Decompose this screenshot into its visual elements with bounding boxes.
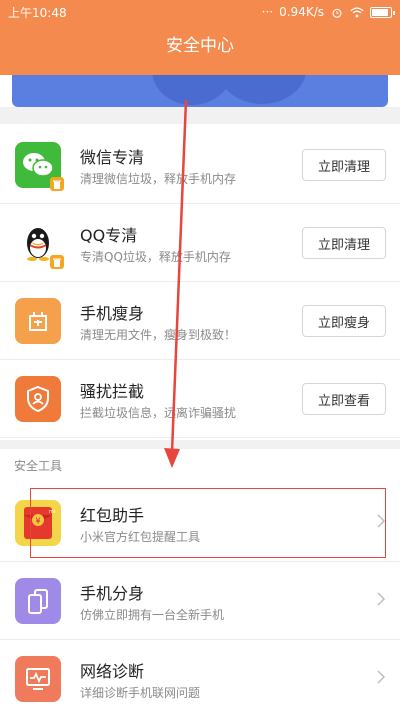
clean-qq-button[interactable]: 立即清理	[302, 227, 386, 259]
svg-text:mi: mi	[49, 509, 55, 515]
status-bar: 上午10:48 ··· 0.94K/s	[0, 0, 400, 24]
item-title: 手机瘦身	[80, 304, 145, 323]
battery-icon	[370, 6, 395, 18]
red-envelope-icon: ¥ mi	[15, 500, 61, 546]
header-bar: 上午10:48 ··· 0.94K/s 安全中心	[0, 0, 400, 75]
network-monitor-icon	[15, 656, 61, 702]
item-title: 网络诊断	[80, 662, 145, 681]
chevron-right-icon	[377, 670, 386, 684]
item-title: 手机分身	[80, 584, 145, 603]
trash-badge-icon	[50, 177, 64, 191]
page-title: 安全中心	[166, 36, 234, 56]
item-desc: 清理微信垃圾，释放手机内存	[80, 172, 237, 186]
item-desc: 拦截垃圾信息，远离诈骗骚扰	[80, 406, 237, 420]
top-banner[interactable]	[12, 75, 388, 107]
item-title: 红包助手	[80, 506, 145, 525]
divider	[0, 107, 400, 124]
more-icon: ···	[261, 5, 274, 19]
slim-phone-button[interactable]: 立即瘦身	[302, 305, 386, 337]
status-time: 上午10:48	[8, 5, 67, 20]
list-item-network-diagnosis[interactable]: 网络诊断 详细诊断手机联网问题	[0, 640, 400, 714]
section-title: 安全工具	[14, 459, 63, 473]
item-desc: 专清QQ垃圾，释放手机内存	[80, 250, 231, 264]
wifi-icon	[350, 6, 364, 17]
list-item-dual-phone[interactable]: 手机分身 仿佛立即拥有一台全新手机	[0, 562, 400, 640]
view-harassment-button[interactable]: 立即查看	[302, 383, 386, 415]
list-item-wechat-clean[interactable]: 微信专清 清理微信垃圾，释放手机内存 立即清理	[0, 126, 400, 204]
dual-phone-icon	[15, 578, 61, 624]
chevron-right-icon	[377, 592, 386, 606]
qq-penguin-icon	[15, 220, 64, 269]
item-desc: 仿佛立即拥有一台全新手机	[80, 608, 225, 622]
svg-text:¥: ¥	[35, 517, 40, 526]
list-item-qq-clean[interactable]: QQ专清 专清QQ垃圾，释放手机内存 立即清理	[0, 204, 400, 282]
chevron-right-icon	[377, 514, 386, 528]
item-title: 微信专清	[80, 148, 145, 167]
item-title: QQ专清	[80, 226, 138, 245]
list-item-phone-slim[interactable]: 手机瘦身 清理无用文件，瘦身到极致！ 立即瘦身	[0, 282, 400, 360]
list-item-harassment-block[interactable]: 骚扰拦截 拦截垃圾信息，远离诈骗骚扰 立即查看	[0, 360, 400, 438]
slim-phone-icon	[15, 298, 61, 344]
item-desc: 清理无用文件，瘦身到极致！	[80, 328, 237, 342]
item-desc: 小米官方红包提醒工具	[80, 530, 201, 544]
shield-icon	[15, 376, 61, 422]
item-desc: 详细诊断手机联网问题	[80, 686, 201, 700]
clean-wechat-button[interactable]: 立即清理	[302, 149, 386, 181]
alarm-icon	[332, 8, 342, 18]
wechat-icon	[15, 142, 64, 191]
trash-badge-icon	[50, 255, 64, 269]
item-title: 骚扰拦截	[80, 382, 145, 401]
list-item-red-envelope[interactable]: ¥ mi 红包助手 小米官方红包提醒工具	[0, 484, 400, 562]
divider	[0, 440, 400, 449]
network-speed: 0.94K/s	[279, 5, 324, 19]
